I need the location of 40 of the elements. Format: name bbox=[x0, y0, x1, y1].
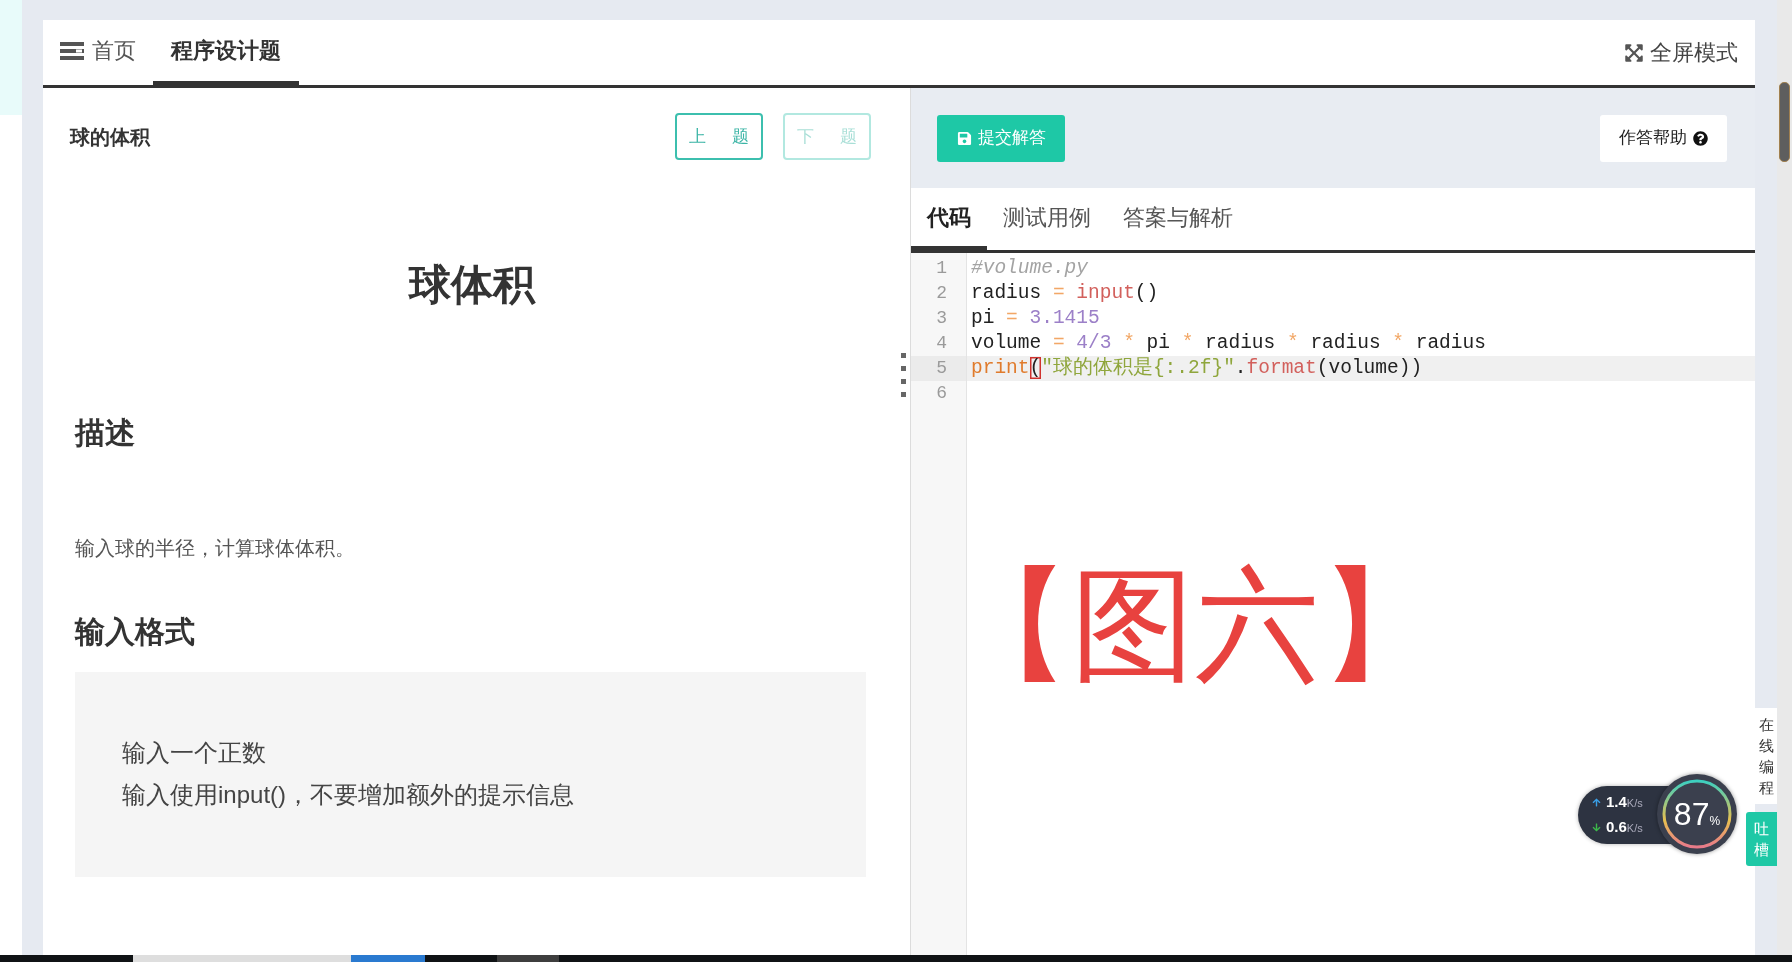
side-tab[interactable]: 在线编程 bbox=[1755, 708, 1777, 804]
line-number: 1 bbox=[936, 258, 947, 278]
download-speed: 0.6K/s bbox=[1606, 818, 1643, 837]
line-number: 4 bbox=[936, 333, 947, 353]
taskbar-button[interactable] bbox=[497, 955, 559, 962]
upload-arrow-icon bbox=[1592, 798, 1601, 807]
figure-label: 【图六】 bbox=[947, 562, 1443, 707]
editor-tab[interactable]: 答案与解析 bbox=[1107, 188, 1249, 250]
code-line: radius = input() bbox=[971, 282, 1159, 305]
scrollbar-thumb[interactable] bbox=[1779, 82, 1790, 162]
menu-icon bbox=[60, 41, 84, 60]
taskbar-button[interactable] bbox=[351, 955, 425, 962]
line-number: 3 bbox=[936, 308, 947, 328]
download-arrow-icon bbox=[1592, 823, 1601, 832]
code-line: volume = 4/3 * pi * radius * radius * radius bbox=[971, 332, 1486, 355]
help-button[interactable]: 作答帮助 bbox=[1600, 114, 1727, 162]
code-line: #volume.py bbox=[971, 257, 1089, 280]
description-text: 输入球的半径，计算球体体积。 bbox=[75, 536, 356, 560]
section-heading: 输入格式 bbox=[75, 614, 196, 650]
format-line: 输入一个正数 bbox=[122, 738, 266, 768]
problem-heading: 球体积 bbox=[407, 260, 537, 310]
help-icon bbox=[1693, 130, 1708, 146]
code-line: print("球的体积是{:.2f}".format(volume)) bbox=[971, 357, 1423, 380]
section-heading: 描述 bbox=[75, 415, 136, 451]
taskbar-button[interactable] bbox=[133, 955, 351, 962]
expand-icon bbox=[1624, 42, 1644, 63]
line-number: 5 bbox=[936, 358, 947, 378]
resize-handle[interactable] bbox=[901, 353, 906, 397]
line-number: 6 bbox=[936, 383, 947, 403]
nav-tab[interactable]: 程序设计题 bbox=[153, 20, 299, 85]
upload-speed: 1.4K/s bbox=[1606, 793, 1643, 812]
gauge-percent: 87% bbox=[1673, 798, 1721, 830]
fullscreen-button[interactable]: 全屏模式 bbox=[1624, 20, 1755, 85]
editor-tab[interactable]: 测试用例 bbox=[987, 188, 1107, 250]
nav-tab[interactable]: 首页 bbox=[43, 20, 153, 85]
save-icon bbox=[956, 130, 972, 146]
line-number: 2 bbox=[936, 283, 947, 303]
format-line: 输入使用input()，不要增加额外的提示信息 bbox=[122, 780, 575, 810]
code-line: pi = 3.1415 bbox=[971, 307, 1100, 330]
problem-title: 球的体积 bbox=[70, 124, 150, 150]
